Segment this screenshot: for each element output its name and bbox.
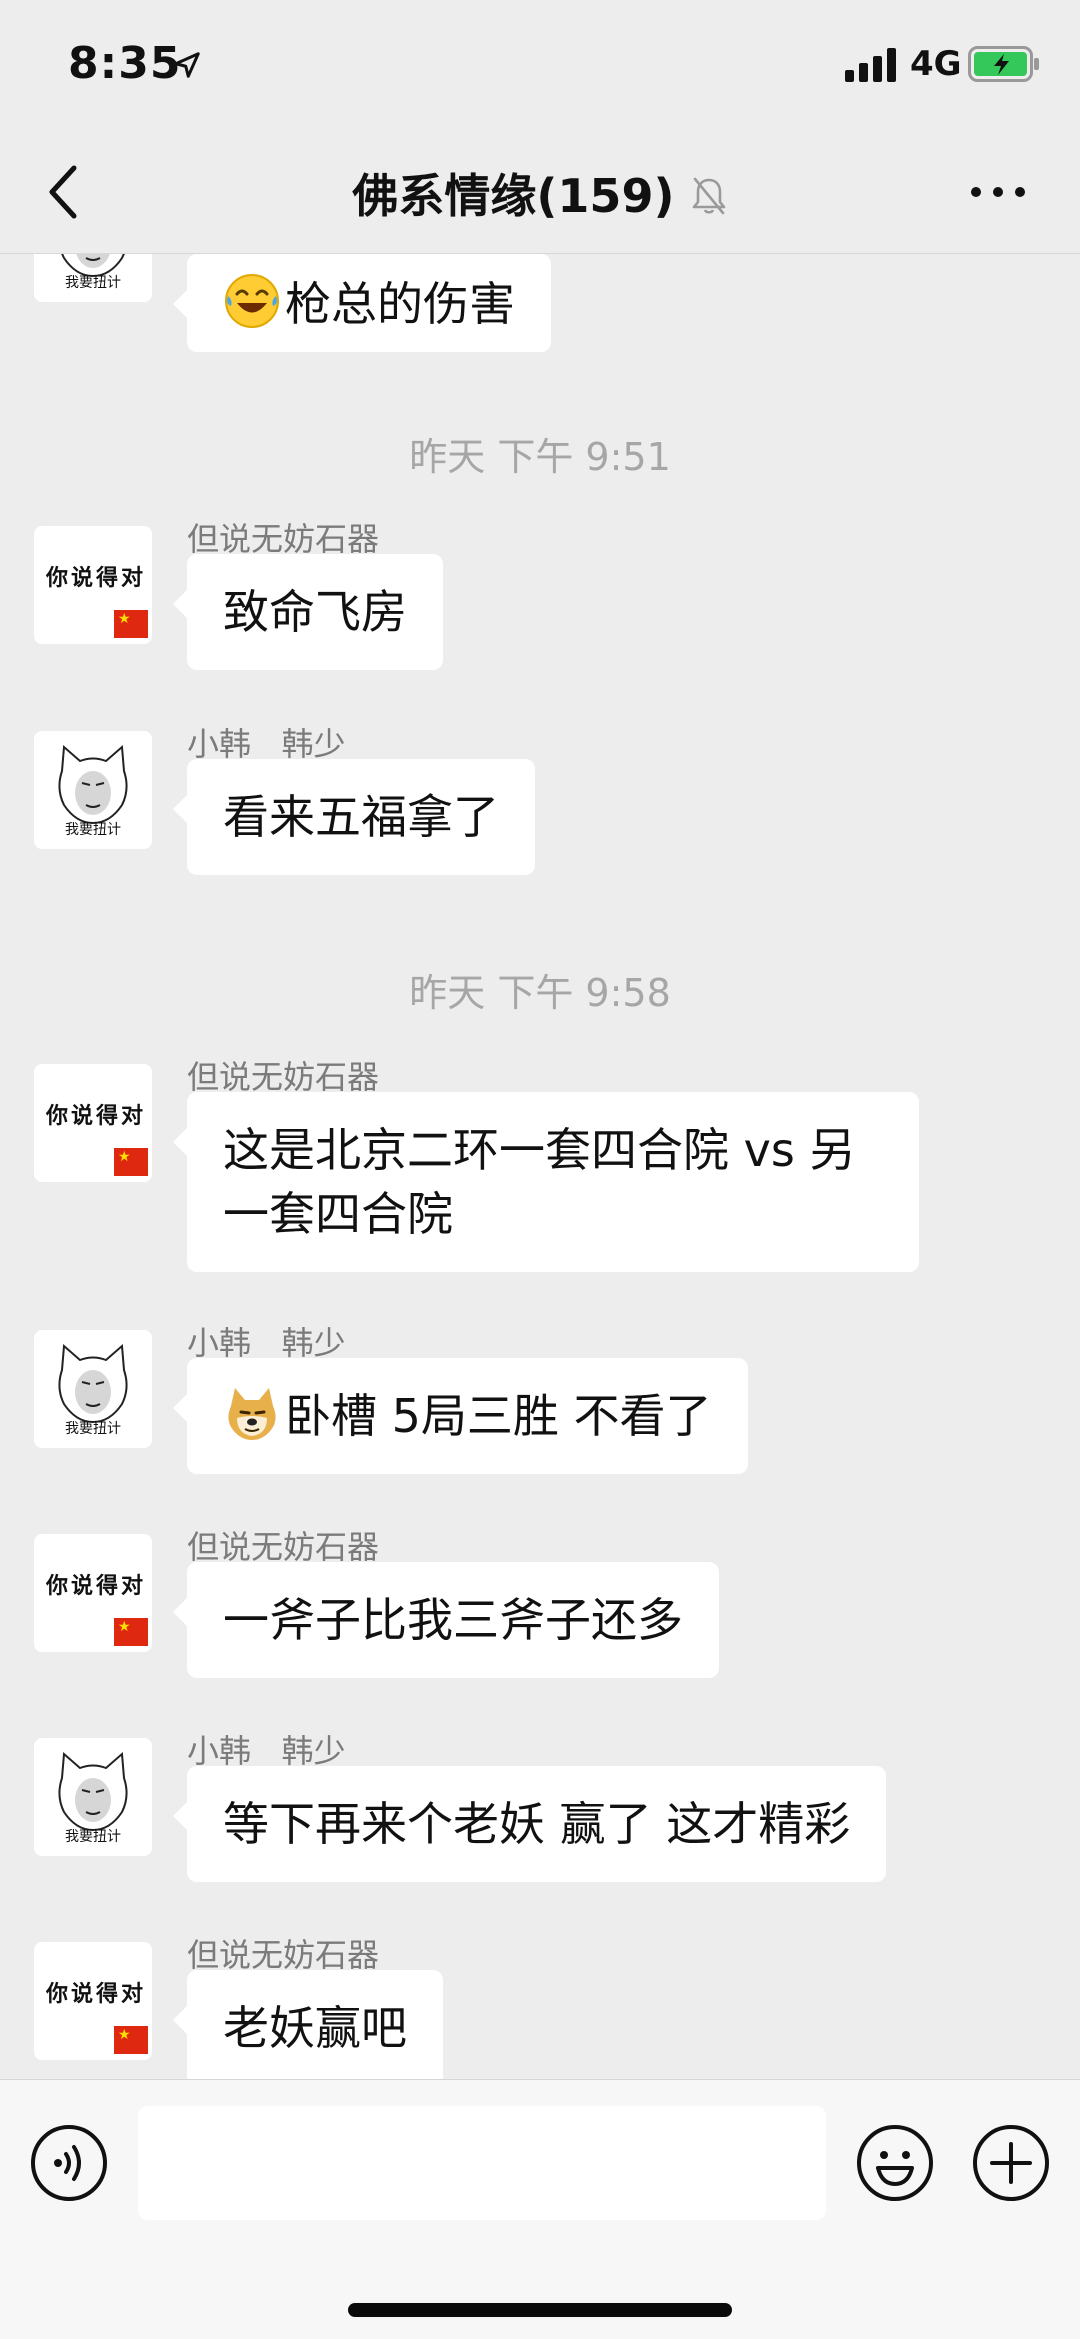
home-indicator[interactable]: [348, 2303, 732, 2317]
avatar-caption: 我要扭计: [65, 1829, 121, 1845]
nav-bar: 佛系情缘(159): [0, 130, 1080, 254]
message-bubble[interactable]: 看来五福拿了: [173, 759, 535, 875]
plus-icon[interactable]: [972, 2124, 1050, 2202]
network-type: 4G: [910, 44, 962, 84]
timestamp: 昨天 下午 9:58: [409, 971, 671, 1015]
message-bubble[interactable]: 这是北京二环一套四合院 vs 另 一套四合院: [173, 1092, 919, 1272]
avatar-shiqi[interactable]: 你说得对: [34, 1064, 152, 1182]
message-text-line: 这是北京二环一套四合院 vs 另: [223, 1123, 856, 1177]
message-bubble[interactable]: 老妖赢吧: [173, 1970, 443, 2079]
china-flag-icon: [114, 1618, 148, 1646]
avatar-caption: 我要扭计: [65, 275, 121, 291]
avatar-text: 你说得对: [46, 565, 147, 591]
bell-slash-icon: [692, 177, 725, 215]
avatar-han[interactable]: 我要扭计: [34, 1330, 152, 1448]
message-text-line: 一套四合院: [223, 1187, 453, 1241]
chat-input-bar: [0, 2079, 1080, 2339]
china-flag-icon: [114, 610, 148, 638]
avatar-text: 你说得对: [46, 1103, 147, 1129]
avatar-han[interactable]: 我要扭计: [34, 731, 152, 849]
message-text: 一斧子比我三斧子还多: [223, 1593, 683, 1647]
china-flag-icon: [114, 2026, 148, 2054]
doge-emoji: [228, 1388, 276, 1440]
china-flag-icon: [114, 1148, 148, 1176]
battery-icon: [968, 46, 1039, 82]
more-dots-icon[interactable]: [968, 172, 1028, 212]
avatar-caption: 我要扭计: [65, 1421, 121, 1437]
avatar-text: 你说得对: [46, 1981, 147, 2007]
message-input[interactable]: [138, 2106, 826, 2220]
avatar-text: 你说得对: [46, 1573, 147, 1599]
avatar-shiqi[interactable]: 你说得对: [34, 526, 152, 644]
location-arrow-icon: [174, 52, 200, 78]
message-text: 卧槽 5局三胜 不看了: [285, 1389, 712, 1443]
signal-icon: [845, 48, 896, 82]
message-text: 看来五福拿了: [223, 790, 499, 844]
laughing-tears-emoji: [225, 274, 279, 328]
emoji-icon[interactable]: [856, 2124, 934, 2202]
timestamp: 昨天 下午 9:51: [409, 435, 671, 479]
chat-message-list[interactable]: 我要扭计 枪总的伤害 昨天 下午 9:51 你说得对 但说无妨石器 致命飞房: [0, 254, 1080, 2079]
message-text: 致命飞房: [223, 585, 407, 639]
message-text: 枪总的伤害: [285, 277, 515, 331]
chat-title: 佛系情缘(159): [352, 169, 675, 223]
message-bubble[interactable]: 卧槽 5局三胜 不看了: [173, 1358, 748, 1474]
status-time: 8:35: [68, 38, 182, 89]
message-bubble[interactable]: 一斧子比我三斧子还多: [173, 1562, 719, 1678]
message-text: 老妖赢吧: [223, 2001, 407, 2055]
avatar-shiqi[interactable]: 你说得对: [34, 1942, 152, 2060]
message-bubble[interactable]: 等下再来个老妖 赢了 这才精彩: [172, 1766, 887, 1882]
avatar-han[interactable]: 我要扭计: [34, 1738, 152, 1856]
chat-title-area: 佛系情缘(159): [0, 160, 1080, 226]
avatar-caption: 我要扭计: [65, 822, 121, 838]
voice-icon[interactable]: [30, 2124, 108, 2202]
message-bubble[interactable]: 枪总的伤害: [173, 254, 551, 352]
message-text: 等下再来个老妖 赢了 这才精彩: [223, 1797, 851, 1851]
avatar-han[interactable]: 我要扭计: [34, 254, 152, 302]
avatar-shiqi[interactable]: 你说得对: [34, 1534, 152, 1652]
message-bubble[interactable]: 致命飞房: [173, 554, 443, 670]
status-bar: 8:35 4G: [0, 0, 1080, 130]
